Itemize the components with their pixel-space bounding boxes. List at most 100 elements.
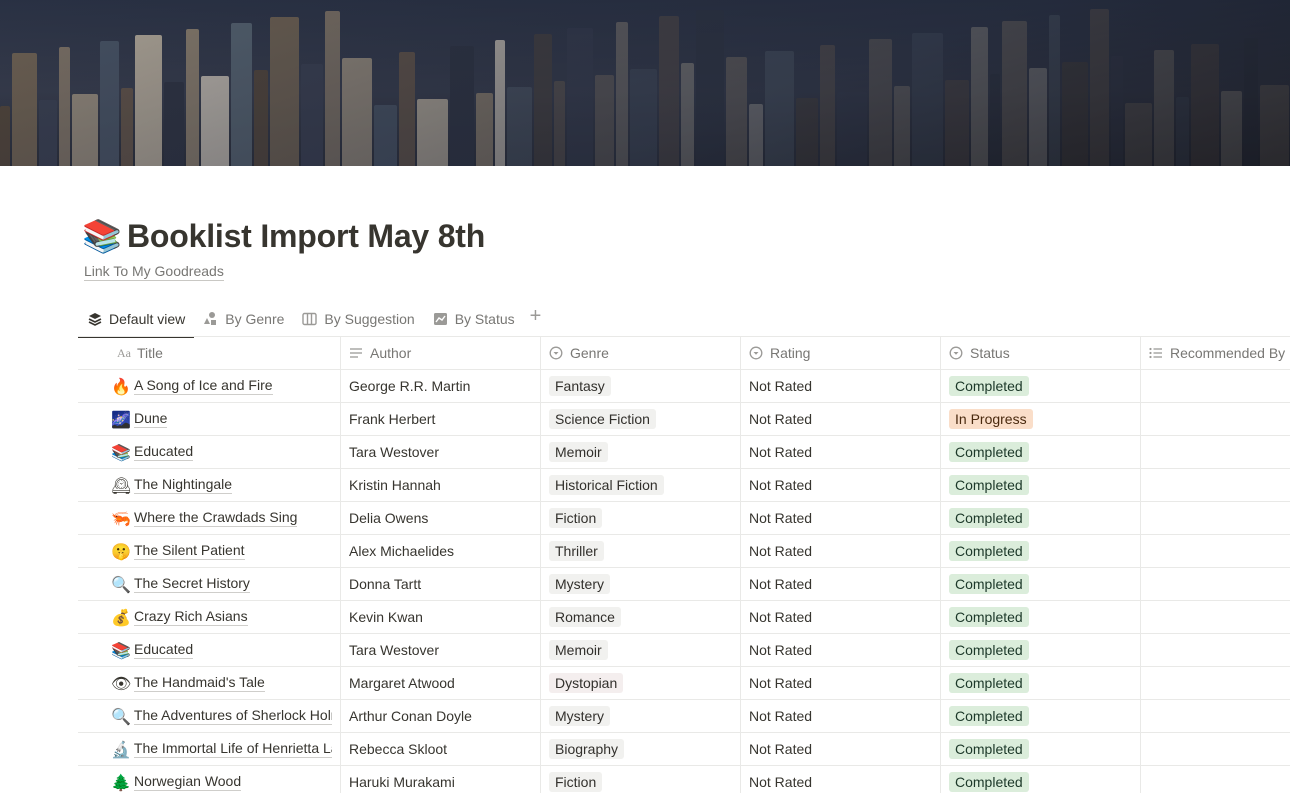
- tab-default-view[interactable]: Default view: [78, 300, 195, 338]
- rating-cell[interactable]: Not Rated: [741, 535, 941, 567]
- recommended-by-cell[interactable]: [1141, 667, 1290, 699]
- add-view-button[interactable]: +: [524, 296, 548, 337]
- title-cell[interactable]: 🔍The Adventures of Sherlock Holmes: [78, 700, 341, 732]
- book-title-link[interactable]: Norwegian Wood: [134, 773, 242, 791]
- author-cell[interactable]: Donna Tartt: [341, 568, 541, 600]
- column-header-genre[interactable]: Genre: [541, 337, 741, 369]
- recommended-by-cell[interactable]: [1141, 601, 1290, 633]
- title-cell[interactable]: 📚 Educated: [78, 436, 341, 468]
- tab-by-suggestion[interactable]: By Suggestion: [293, 300, 423, 337]
- book-title-link[interactable]: The Immortal Life of Henrietta Lacks: [133, 740, 332, 758]
- rating-cell[interactable]: Not Rated: [741, 568, 941, 600]
- genre-cell[interactable]: Memoir: [541, 436, 741, 468]
- status-cell[interactable]: Completed: [941, 766, 1141, 793]
- rating-cell[interactable]: Not Rated: [741, 370, 941, 402]
- column-header-status[interactable]: Status: [941, 337, 1141, 369]
- table-row[interactable]: 👁 The Handmaid's Tale Margaret Atwood Dysto…: [78, 667, 1290, 700]
- rating-cell[interactable]: Not Rated: [741, 634, 941, 666]
- status-cell[interactable]: Completed: [941, 634, 1141, 666]
- book-title-link[interactable]: Where the Crawdads Sing: [134, 509, 298, 527]
- tab-by-genre[interactable]: By Genre: [194, 300, 293, 337]
- book-title-link[interactable]: Educated: [134, 443, 194, 461]
- author-cell[interactable]: Delia Owens: [341, 502, 541, 534]
- status-cell[interactable]: Completed: [941, 601, 1141, 633]
- book-title-link[interactable]: The Nightingale: [134, 476, 233, 494]
- title-cell[interactable]: 🔍 The Secret History: [78, 568, 341, 600]
- rating-cell[interactable]: Not Rated: [741, 469, 941, 501]
- genre-cell[interactable]: Biography: [541, 733, 741, 765]
- rating-cell[interactable]: Not Rated: [741, 601, 941, 633]
- genre-cell[interactable]: Fiction: [541, 502, 741, 534]
- column-header-rating[interactable]: Rating: [741, 337, 941, 369]
- title-cell[interactable]: 📚 Educated: [78, 634, 341, 666]
- table-row[interactable]: 🤫 The Silent Patient Alex Michaelides Thril…: [78, 535, 1290, 568]
- title-cell[interactable]: 🕰 The Nightingale: [78, 469, 341, 501]
- status-cell[interactable]: Completed: [941, 733, 1141, 765]
- table-row[interactable]: 🌌 Dune Frank Herbert Science Fiction Not Rat…: [78, 403, 1290, 436]
- book-title-link[interactable]: A Song of Ice and Fire: [134, 377, 273, 395]
- book-title-link[interactable]: The Adventures of Sherlock Holmes: [133, 707, 332, 725]
- status-cell[interactable]: Completed: [941, 568, 1141, 600]
- author-cell[interactable]: Arthur Conan Doyle: [341, 700, 541, 732]
- recommended-by-cell[interactable]: [1141, 469, 1290, 501]
- status-cell[interactable]: Completed: [941, 535, 1141, 567]
- status-cell[interactable]: Completed: [941, 370, 1141, 402]
- title-cell[interactable]: 🌌 Dune: [78, 403, 341, 435]
- rating-cell[interactable]: Not Rated: [741, 766, 941, 793]
- book-title-link[interactable]: The Silent Patient: [134, 542, 245, 560]
- genre-cell[interactable]: Fantasy: [541, 370, 741, 402]
- column-header-author[interactable]: Author: [341, 337, 541, 369]
- book-title-link[interactable]: Dune: [134, 410, 168, 428]
- tab-by-status[interactable]: By Status: [424, 300, 524, 337]
- recommended-by-cell[interactable]: [1141, 502, 1290, 534]
- recommended-by-cell[interactable]: [1141, 370, 1290, 402]
- genre-cell[interactable]: Thriller: [541, 535, 741, 567]
- table-row[interactable]: 🕰 The Nightingale Kristin Hannah Historical…: [78, 469, 1290, 502]
- recommended-by-cell[interactable]: [1141, 733, 1290, 765]
- table-row[interactable]: 📚 Educated Tara Westover Memoir Not Rated Com…: [78, 634, 1290, 667]
- recommended-by-cell[interactable]: [1141, 766, 1290, 793]
- column-header-recommended-by[interactable]: Recommended By: [1141, 337, 1290, 369]
- title-cell[interactable]: 👁 The Handmaid's Tale: [78, 667, 341, 699]
- genre-cell[interactable]: Science Fiction: [541, 403, 741, 435]
- author-cell[interactable]: Alex Michaelides: [341, 535, 541, 567]
- table-row[interactable]: 💰 Crazy Rich Asians Kevin Kwan Romance Not R…: [78, 601, 1290, 634]
- genre-cell[interactable]: Mystery: [541, 568, 741, 600]
- genre-cell[interactable]: Memoir: [541, 634, 741, 666]
- title-cell[interactable]: 🌲 Norwegian Wood: [78, 766, 341, 793]
- status-cell[interactable]: Completed: [941, 502, 1141, 534]
- title-cell[interactable]: 🦐 Where the Crawdads Sing: [78, 502, 341, 534]
- table-row[interactable]: 🌲 Norwegian Wood Haruki Murakami Fiction Not…: [78, 766, 1290, 793]
- table-row[interactable]: 🔍The Adventures of Sherlock Holmes Arthur…: [78, 700, 1290, 733]
- author-cell[interactable]: Haruki Murakami: [341, 766, 541, 793]
- author-cell[interactable]: Frank Herbert: [341, 403, 541, 435]
- status-cell[interactable]: Completed: [941, 667, 1141, 699]
- recommended-by-cell[interactable]: [1141, 436, 1290, 468]
- genre-cell[interactable]: Fiction: [541, 766, 741, 793]
- book-title-link[interactable]: The Handmaid's Tale: [134, 674, 265, 692]
- author-cell[interactable]: George R.R. Martin: [341, 370, 541, 402]
- author-cell[interactable]: Rebecca Skloot: [341, 733, 541, 765]
- genre-cell[interactable]: Romance: [541, 601, 741, 633]
- book-title-link[interactable]: Crazy Rich Asians: [134, 608, 248, 626]
- table-row[interactable]: 🔬The Immortal Life of Henrietta Lacks Reb…: [78, 733, 1290, 766]
- rating-cell[interactable]: Not Rated: [741, 436, 941, 468]
- status-cell[interactable]: Completed: [941, 436, 1141, 468]
- title-cell[interactable]: 🔬The Immortal Life of Henrietta Lacks: [78, 733, 341, 765]
- author-cell[interactable]: Tara Westover: [341, 436, 541, 468]
- title-cell[interactable]: 🤫 The Silent Patient: [78, 535, 341, 567]
- page-emoji-icon[interactable]: 📚: [82, 216, 122, 256]
- rating-cell[interactable]: Not Rated: [741, 403, 941, 435]
- recommended-by-cell[interactable]: [1141, 568, 1290, 600]
- book-title-link[interactable]: Educated: [134, 641, 194, 659]
- author-cell[interactable]: Kristin Hannah: [341, 469, 541, 501]
- genre-cell[interactable]: Dystopian: [541, 667, 741, 699]
- column-header-title[interactable]: Aa Title: [78, 337, 341, 369]
- recommended-by-cell[interactable]: [1141, 700, 1290, 732]
- genre-cell[interactable]: Historical Fiction: [541, 469, 741, 501]
- recommended-by-cell[interactable]: [1141, 535, 1290, 567]
- rating-cell[interactable]: Not Rated: [741, 502, 941, 534]
- page-title[interactable]: Booklist Import May 8th: [127, 218, 485, 255]
- table-row[interactable]: 📚 Educated Tara Westover Memoir Not Rated Com…: [78, 436, 1290, 469]
- title-cell[interactable]: 💰 Crazy Rich Asians: [78, 601, 341, 633]
